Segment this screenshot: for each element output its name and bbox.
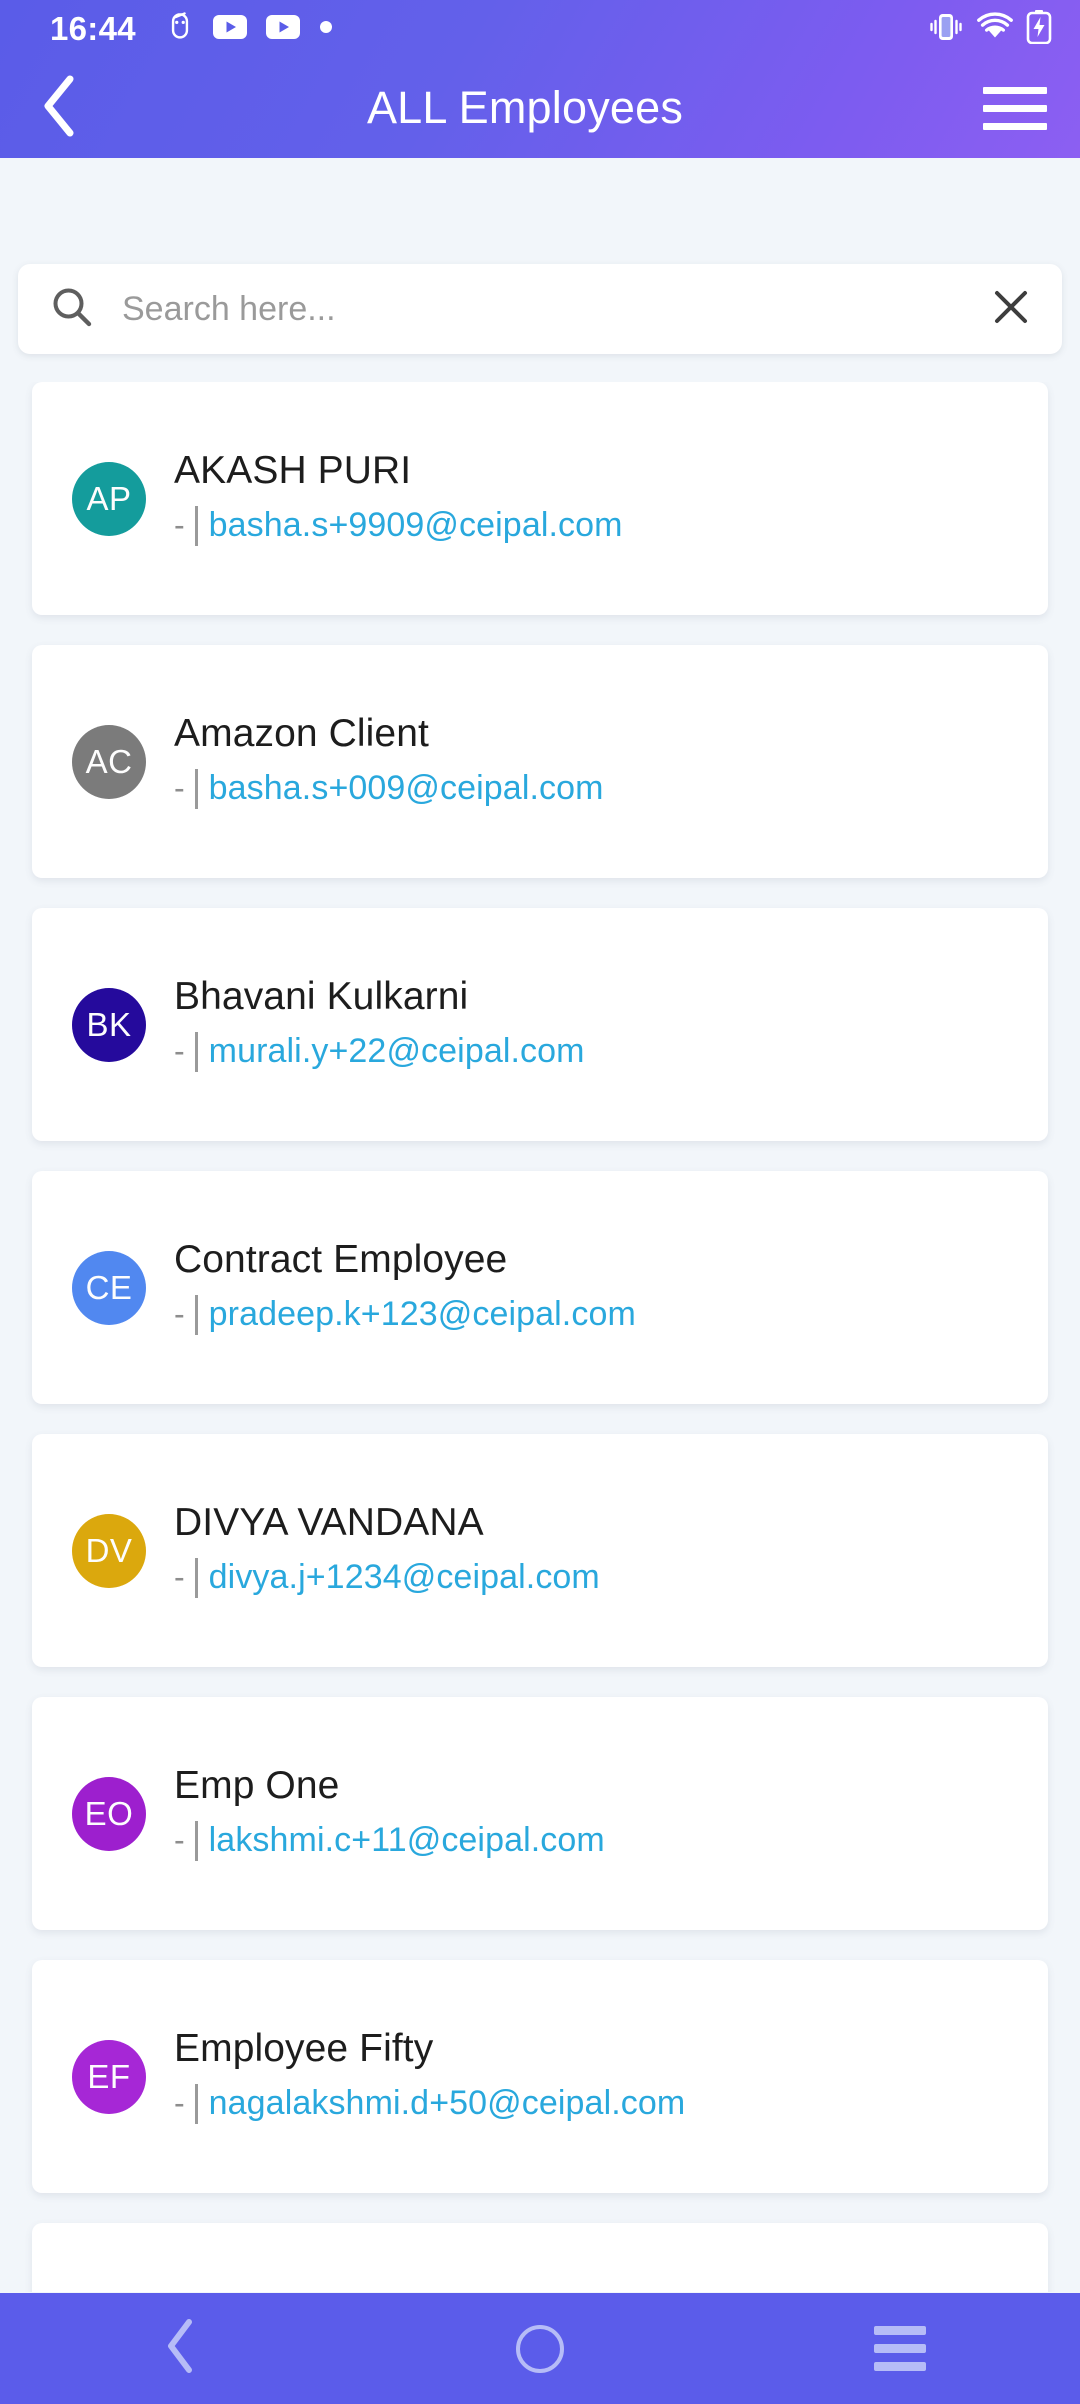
employee-list[interactable]: AP AKASH PURI - basha.s+9909@ceipal.com AC Am… (0, 382, 1080, 2292)
search-bar[interactable] (18, 264, 1062, 354)
email-separator-dash: - (174, 1033, 185, 1070)
employee-email-row: - nagalakshmi.d+50@ceipal.com (174, 2083, 686, 2124)
employee-card-body: Emp One - lakshmi.c+11@ceipal.com (174, 1764, 605, 1861)
employee-email-row: - basha.s+009@ceipal.com (174, 768, 604, 809)
close-icon[interactable] (974, 284, 1034, 335)
status-bar-notification-icons (166, 11, 333, 47)
employee-email-row: - lakshmi.c+11@ceipal.com (174, 1820, 605, 1861)
email-separator-bar (194, 1820, 198, 1861)
avatar: DV (72, 1513, 146, 1588)
employee-card-body: Contract Employee - pradeep.k+123@ceipal.c… (174, 1238, 636, 1335)
email-separator-bar (194, 1557, 198, 1598)
email-separator-dash: - (174, 1559, 185, 1596)
avatar: AC (72, 724, 146, 799)
screen-root: 16:44 ALL Employees Search here... AP AK… (0, 0, 1080, 2404)
chevron-left-icon (40, 75, 80, 142)
email-separator-dash: - (174, 1296, 185, 1333)
email-separator-bar (194, 505, 198, 546)
employee-name: DIVYA VANDANA (174, 1501, 484, 1545)
status-bar-clock: 16:44 (50, 10, 136, 47)
avatar: BK (72, 987, 146, 1062)
avatar: AP (72, 461, 146, 536)
employee-email-row: - pradeep.k+123@ceipal.com (174, 1294, 636, 1335)
employee-name: Emp One (174, 1764, 340, 1808)
hamburger-menu-icon-bar (983, 122, 1047, 130)
employee-card-body: Amazon Client - basha.s+009@ceipal.com (174, 712, 604, 809)
android-navigation-bar (0, 2293, 1080, 2404)
employee-email[interactable]: divya.j+1234@ceipal.com (209, 1558, 600, 1597)
dot-icon (319, 20, 333, 39)
email-separator-dash: - (174, 1822, 185, 1859)
hamburger-menu-icon-bar (983, 86, 1047, 94)
employee-email[interactable]: basha.s+9909@ceipal.com (209, 506, 623, 545)
employee-card[interactable]: CE Contract Employee - pradeep.k+123@ceipal… (32, 1171, 1048, 1404)
email-separator-bar (194, 1031, 198, 1072)
search-bar-container (18, 264, 1062, 354)
hamburger-menu-icon-bar (983, 104, 1047, 112)
employee-card[interactable]: AP AKASH PURI - basha.s+9909@ceipal.com (32, 382, 1048, 615)
nav-back-button[interactable] (80, 2293, 280, 2404)
employee-card[interactable]: ETEmployee Two-nagalakshmi.d+2@ceipal.co… (32, 2223, 1048, 2292)
nav-home-button[interactable] (440, 2293, 640, 2404)
employee-email-row: - basha.s+9909@ceipal.com (174, 505, 623, 546)
battery-charging-icon (1026, 9, 1052, 49)
wifi-icon (977, 11, 1013, 47)
employee-email[interactable]: murali.y+22@ceipal.com (209, 1032, 585, 1071)
email-separator-dash: - (174, 770, 185, 807)
status-bar-system-icons (928, 9, 1052, 49)
vibrate-icon (928, 11, 964, 48)
employee-card[interactable]: AC Amazon Client - basha.s+009@ceipal.com (32, 645, 1048, 878)
employee-card[interactable]: BK Bhavani Kulkarni - murali.y+22@ceipal.co… (32, 908, 1048, 1141)
avatar: EO (72, 1776, 146, 1851)
employee-card[interactable]: EO Emp One - lakshmi.c+11@ceipal.com (32, 1697, 1048, 1930)
employee-card-body: Employee Fifty - nagalakshmi.d+50@ceipal.c… (174, 2027, 686, 2124)
avatar: EF (72, 2039, 146, 2114)
status-bar: 16:44 (0, 0, 1080, 58)
employee-email[interactable]: basha.s+009@ceipal.com (209, 769, 604, 808)
youtube-icon (265, 14, 300, 45)
employee-card[interactable]: DV DIVYA VANDANA - divya.j+1234@ceipal.com (32, 1434, 1048, 1667)
email-separator-dash: - (174, 507, 185, 544)
employee-email[interactable]: lakshmi.c+11@ceipal.com (209, 1821, 605, 1860)
email-separator-bar (194, 1294, 198, 1335)
email-separator-bar (194, 2083, 198, 2124)
hamburger-menu-button[interactable] (950, 58, 1080, 158)
employee-card-body: AKASH PURI - basha.s+9909@ceipal.com (174, 449, 623, 546)
employee-email-row: - murali.y+22@ceipal.com (174, 1031, 585, 1072)
employee-card[interactable]: EF Employee Fifty - nagalakshmi.d+50@ceipal… (32, 1960, 1048, 2193)
nav-recents-button[interactable] (800, 2293, 1000, 2404)
employee-name: Contract Employee (174, 1238, 508, 1282)
email-separator-dash: - (174, 2085, 185, 2122)
employee-name: Amazon Client (174, 712, 429, 756)
chevron-left-icon (163, 2318, 197, 2379)
app-header: 16:44 ALL Employees (0, 0, 1080, 158)
employee-name: AKASH PURI (174, 449, 412, 493)
avatar: CE (72, 1250, 146, 1325)
youtube-icon (212, 14, 247, 45)
email-separator-bar (194, 768, 198, 809)
employee-card-body: DIVYA VANDANA - divya.j+1234@ceipal.com (174, 1501, 600, 1598)
employee-name: Bhavani Kulkarni (174, 975, 469, 1019)
employee-card-body: Bhavani Kulkarni - murali.y+22@ceipal.com (174, 975, 585, 1072)
employee-email-row: - divya.j+1234@ceipal.com (174, 1557, 600, 1598)
app-bar-row: ALL Employees (0, 58, 1080, 158)
employee-email[interactable]: nagalakshmi.d+50@ceipal.com (209, 2084, 686, 2123)
usb-debug-icon (166, 11, 194, 47)
search-icon (50, 285, 94, 334)
page-title: ALL Employees (366, 82, 684, 133)
search-input[interactable] (122, 289, 974, 329)
circle-home-icon (516, 2324, 564, 2373)
employee-email[interactable]: pradeep.k+123@ceipal.com (209, 1295, 636, 1334)
employee-name: Employee Fifty (174, 2027, 434, 2071)
hamburger-recents-icon (874, 2326, 926, 2371)
